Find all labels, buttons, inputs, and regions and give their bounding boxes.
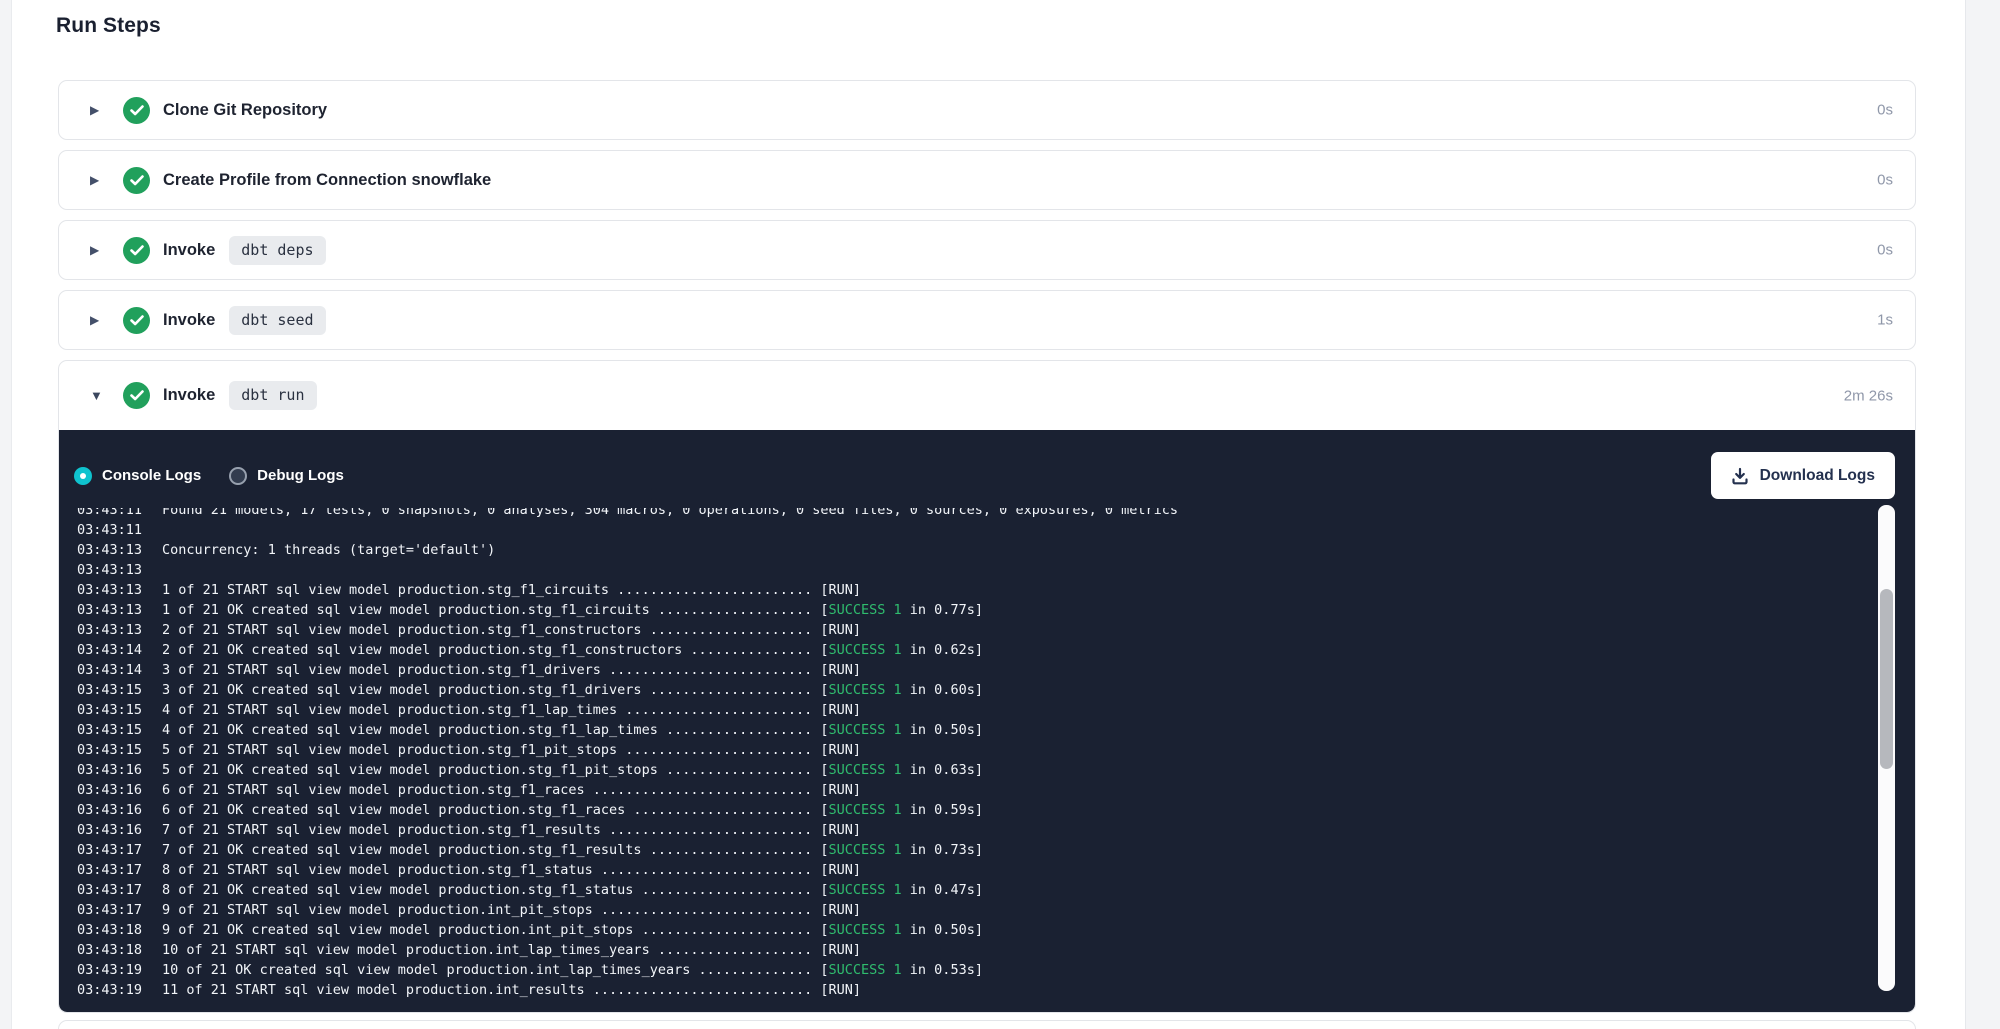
log-line: 03:43:13Concurrency: 1 threads (target='…	[77, 540, 1811, 560]
download-logs-button[interactable]: Download Logs	[1711, 452, 1895, 499]
step-row-clone-git-repository[interactable]: Clone Git Repository 0s	[59, 81, 1915, 139]
success-check-icon	[123, 307, 150, 334]
radio-unselected-icon[interactable]	[229, 467, 247, 485]
success-check-icon	[123, 237, 150, 264]
step-duration: 0s	[1877, 172, 1893, 189]
caret-right-icon[interactable]	[90, 313, 106, 327]
step-duration: 2m 26s	[1844, 387, 1893, 404]
caret-right-icon[interactable]	[90, 103, 106, 117]
step-card: Invoke dbt deps 0s	[58, 220, 1916, 280]
step-card-expanded: Invoke dbt run 2m 26s Console Logs Debug…	[58, 360, 1916, 1013]
log-type-radio-group: Console Logs Debug Logs	[74, 467, 344, 485]
download-logs-label: Download Logs	[1760, 467, 1875, 485]
log-line: 03:43:143 of 21 START sql view model pro…	[77, 660, 1811, 680]
caret-right-icon[interactable]	[90, 243, 106, 257]
step-duration: 1s	[1877, 312, 1893, 329]
step-row-invoke-dbt-run[interactable]: Invoke dbt run 2m 26s	[59, 361, 1915, 430]
step-duration: 0s	[1877, 242, 1893, 259]
log-line: 03:43:1910 of 21 OK created sql view mod…	[77, 960, 1811, 980]
success-check-icon	[123, 382, 150, 409]
log-line: 03:43:13	[77, 560, 1811, 580]
radio-console-logs[interactable]: Console Logs	[74, 467, 201, 485]
log-line: 03:43:131 of 21 OK created sql view mode…	[77, 600, 1811, 620]
step-label: Invoke	[163, 386, 215, 405]
step-card: Invoke dbt seed 1s	[58, 290, 1916, 350]
log-line: 03:43:153 of 21 OK created sql view mode…	[77, 680, 1811, 700]
log-line: 03:43:189 of 21 OK created sql view mode…	[77, 920, 1811, 940]
log-line: 03:43:154 of 21 OK created sql view mode…	[77, 720, 1811, 740]
radio-label[interactable]: Console Logs	[102, 467, 201, 484]
step-label: Create Profile from Connection snowflake	[163, 171, 491, 190]
download-icon	[1731, 467, 1749, 485]
success-check-icon	[123, 167, 150, 194]
caret-down-icon[interactable]	[90, 388, 106, 403]
step-row-create-profile[interactable]: Create Profile from Connection snowflake…	[59, 151, 1915, 209]
step-card: Clone Git Repository 0s	[58, 80, 1916, 140]
command-chip: dbt seed	[229, 306, 325, 335]
log-viewport[interactable]: 03:43:11Found 21 models, 17 tests, 0 sna…	[77, 508, 1811, 1012]
log-line: 03:43:167 of 21 START sql view model pro…	[77, 820, 1811, 840]
command-chip: dbt run	[229, 381, 316, 410]
page-title: Run Steps	[56, 14, 161, 38]
log-line: 03:43:165 of 21 OK created sql view mode…	[77, 760, 1811, 780]
radio-label[interactable]: Debug Logs	[257, 467, 344, 484]
log-line: 03:43:11	[77, 520, 1811, 540]
log-line: 03:43:154 of 21 START sql view model pro…	[77, 700, 1811, 720]
caret-right-icon[interactable]	[90, 173, 106, 187]
log-line: 03:43:166 of 21 OK created sql view mode…	[77, 800, 1811, 820]
run-steps-section: Run Steps Clone Git Repository 0s Create…	[11, 0, 1966, 1029]
log-line: 03:43:1911 of 21 START sql view model pr…	[77, 980, 1811, 1000]
command-chip: dbt deps	[229, 236, 325, 265]
log-line: 03:43:1810 of 21 START sql view model pr…	[77, 940, 1811, 960]
step-label: Clone Git Repository	[163, 101, 327, 120]
log-panel: Console Logs Debug Logs Download Logs 03…	[59, 430, 1915, 1012]
log-line: 03:43:178 of 21 OK created sql view mode…	[77, 880, 1811, 900]
step-label: Invoke	[163, 311, 215, 330]
step-label: Invoke	[163, 241, 215, 260]
log-line: 03:43:11Found 21 models, 17 tests, 0 sna…	[77, 508, 1811, 520]
log-line: 03:43:132 of 21 START sql view model pro…	[77, 620, 1811, 640]
log-scrollbar-track[interactable]	[1878, 505, 1895, 991]
log-line: 03:43:142 of 21 OK created sql view mode…	[77, 640, 1811, 660]
log-scrollbar-thumb[interactable]	[1880, 589, 1893, 769]
radio-selected-icon[interactable]	[74, 467, 92, 485]
step-card: Create Profile from Connection snowflake…	[58, 150, 1916, 210]
log-toolbar: Console Logs Debug Logs Download Logs	[59, 440, 1915, 511]
log-line: 03:43:177 of 21 OK created sql view mode…	[77, 840, 1811, 860]
step-row-invoke-dbt-seed[interactable]: Invoke dbt seed 1s	[59, 291, 1915, 349]
log-line: 03:43:131 of 21 START sql view model pro…	[77, 580, 1811, 600]
success-check-icon	[123, 97, 150, 124]
log-line: 03:43:155 of 21 START sql view model pro…	[77, 740, 1811, 760]
log-line: 03:43:179 of 21 START sql view model pro…	[77, 900, 1811, 920]
step-row-invoke-dbt-deps[interactable]: Invoke dbt deps 0s	[59, 221, 1915, 279]
log-line: 03:43:166 of 21 START sql view model pro…	[77, 780, 1811, 800]
log-line: 03:43:178 of 21 START sql view model pro…	[77, 860, 1811, 880]
step-duration: 0s	[1877, 102, 1893, 119]
next-step-card-peek	[58, 1020, 1916, 1029]
radio-debug-logs[interactable]: Debug Logs	[229, 467, 344, 485]
